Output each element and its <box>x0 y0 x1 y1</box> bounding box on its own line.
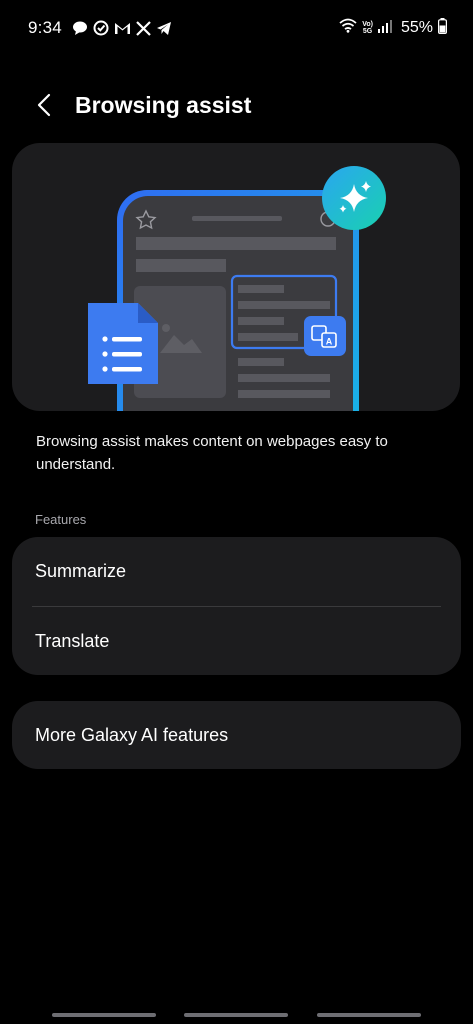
x-icon <box>136 20 151 36</box>
app-header: Browsing assist <box>0 82 473 128</box>
translate-icon: A <box>304 316 346 356</box>
recent-apps-handle[interactable] <box>52 1013 156 1017</box>
page-title: Browsing assist <box>75 91 252 118</box>
battery-icon <box>438 17 448 39</box>
features-list: Summarize Translate <box>12 537 461 675</box>
back-button[interactable] <box>16 82 72 128</box>
status-bar: 9:34 Vo) 5G 55% <box>0 0 473 56</box>
document-icon <box>88 303 158 384</box>
chat-bubble-icon <box>72 20 88 36</box>
notification-icons <box>72 20 172 36</box>
status-right: Vo) 5G 55% <box>339 17 448 39</box>
summarize-item[interactable]: Summarize <box>12 537 461 606</box>
battery-percent: 55% <box>400 19 433 36</box>
telegram-icon <box>156 21 172 36</box>
svg-text:A: A <box>326 337 333 347</box>
screen: 9:34 Vo) 5G 55% Browsing assist A Browsi… <box>0 0 473 1024</box>
volte-label: Vo) <box>362 21 373 28</box>
check-circle-icon <box>93 20 109 36</box>
navigation-bar <box>0 1010 473 1024</box>
wifi-icon <box>339 18 357 38</box>
translate-item[interactable]: Translate <box>12 607 461 676</box>
status-time: 9:34 <box>28 18 62 37</box>
chevron-left-icon <box>37 93 51 117</box>
back-handle[interactable] <box>317 1013 421 1017</box>
more-features-card: More Galaxy AI features <box>12 701 461 769</box>
signal-icon <box>377 19 392 38</box>
home-handle[interactable] <box>184 1013 288 1017</box>
features-section-label: Features <box>35 512 87 527</box>
gmail-icon <box>114 21 131 35</box>
description-text: Browsing assist makes content on webpage… <box>36 433 388 473</box>
more-galaxy-ai-features-item[interactable]: More Galaxy AI features <box>12 701 461 769</box>
sparkle-icon <box>322 166 386 230</box>
browsing-assist-illustration: A <box>88 166 386 411</box>
illustration-card: A <box>12 143 460 411</box>
volte-indicator: Vo) 5G <box>362 21 373 35</box>
network-type-label: 5G <box>362 28 373 35</box>
